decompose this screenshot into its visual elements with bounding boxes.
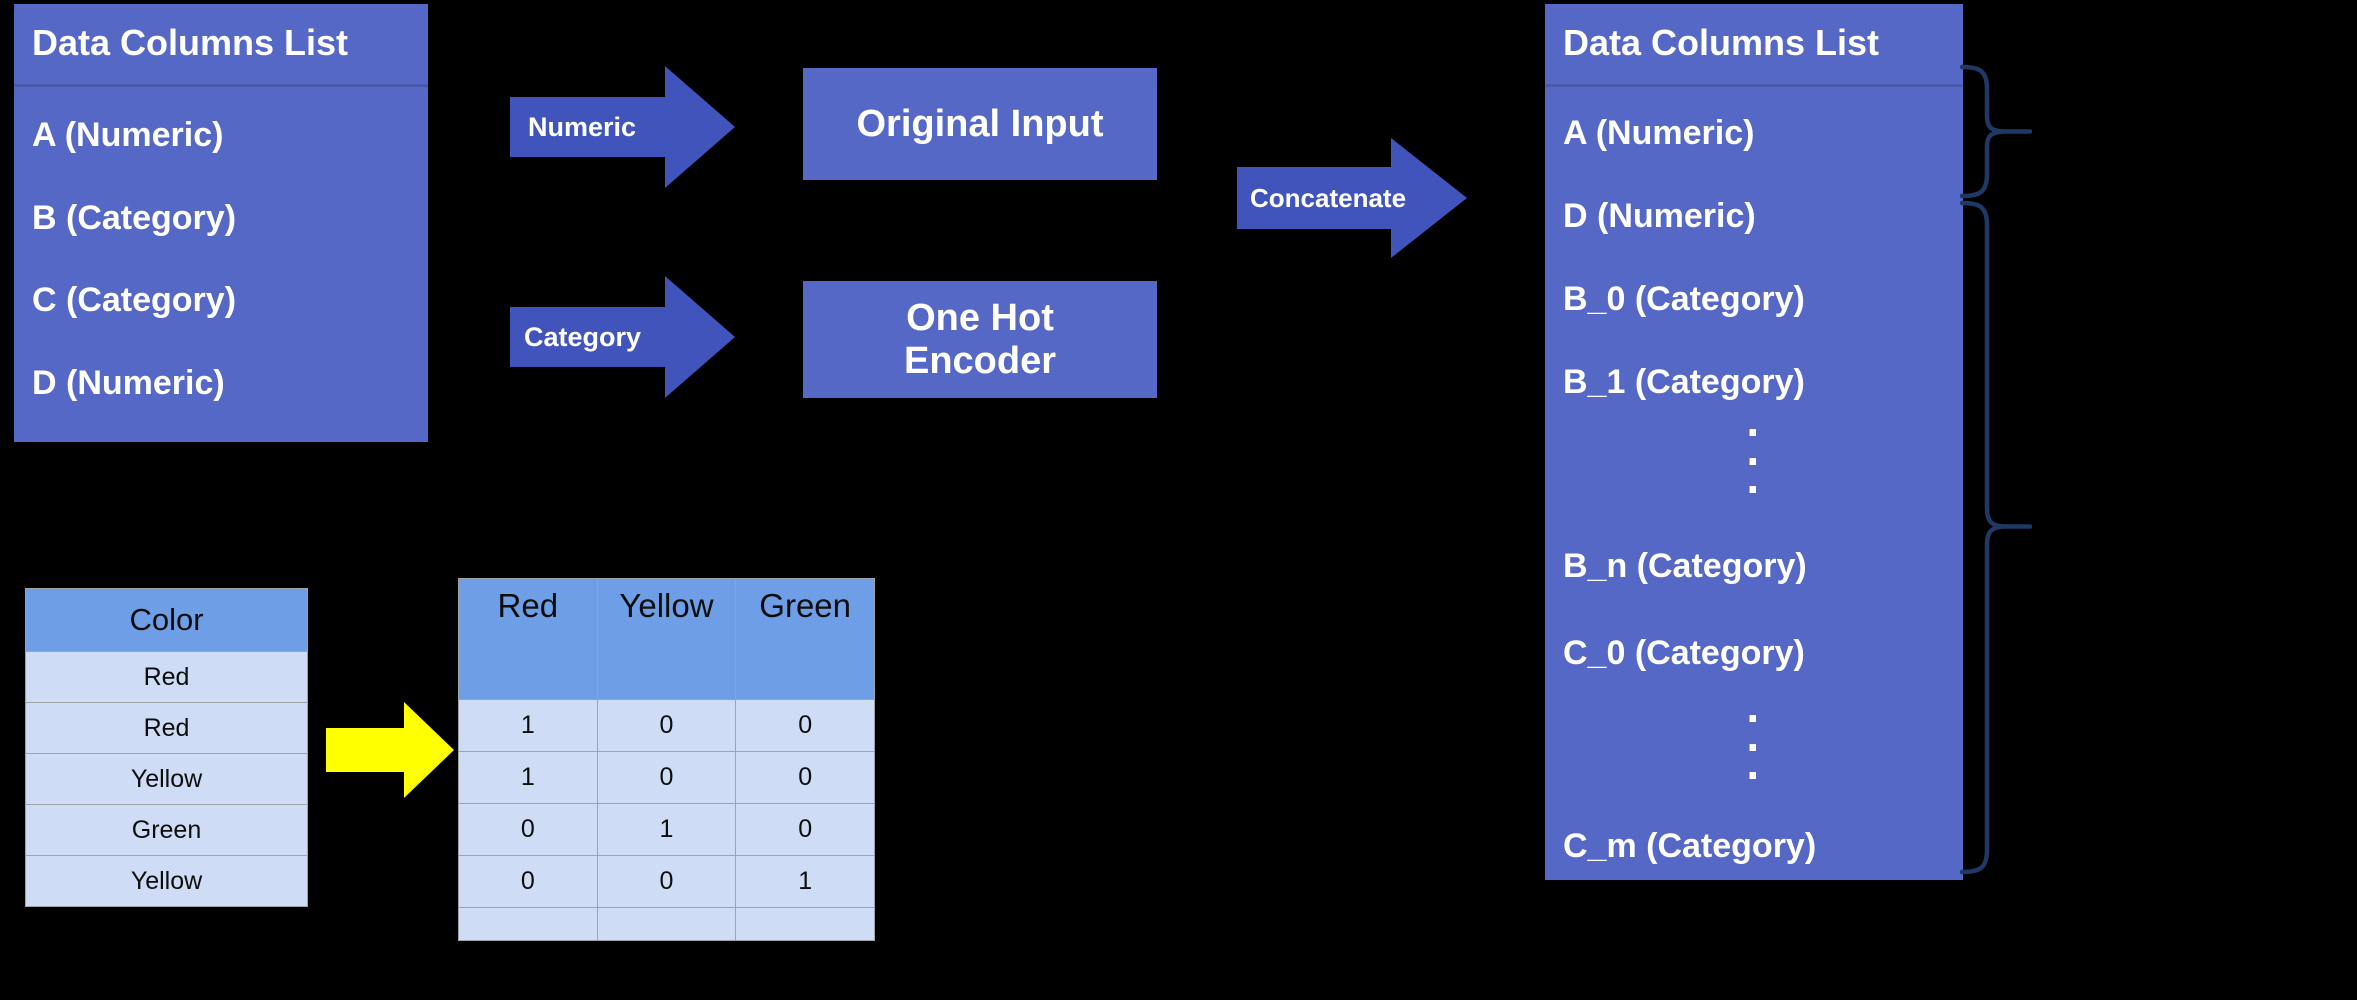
source-cell-1: Red [25,702,308,754]
encoded-onehot-table: Red Yellow Green 1 0 0 1 0 0 0 1 0 0 0 1 [458,578,875,941]
category-arrow-icon [510,276,735,398]
encoded-cell-r1c0: 1 [458,751,598,804]
encoded-cell-r3c0: 0 [458,855,598,908]
source-table-header-color: Color [25,588,308,652]
right-data-columns-panel: Data Columns List A (Numeric) D (Numeric… [1545,4,1963,880]
right-panel-item-d: D (Numeric) [1563,197,1756,235]
source-color-table: Color Red Red Yellow Green Yellow [25,588,308,907]
category-group-brace [1960,200,2050,875]
table-row: Yellow [25,855,308,907]
encoded-header-red: Red [458,578,598,700]
right-panel-item-cm: C_m (Category) [1563,827,1817,865]
left-panel-item-a: A (Numeric) [32,116,224,154]
right-arrow-icon [326,702,454,798]
encoded-cell-r1c1: 0 [596,751,737,804]
table-row [458,907,875,941]
right-panel-divider [1545,84,1963,87]
source-cell-0: Red [25,651,308,703]
left-panel-item-d: D (Numeric) [32,364,225,402]
encoded-cell-r4c2 [735,907,875,941]
transform-yellow-arrow [326,700,456,800]
left-panel-item-c: C (Category) [32,281,237,319]
category-arrow: Category [510,276,735,398]
one-hot-encoder-label: One Hot Encoder [903,296,1057,382]
left-panel-item-b: B (Category) [32,199,237,237]
encoded-cell-r3c1: 0 [596,855,737,908]
encoded-cell-r0c1: 0 [596,699,737,752]
left-panel-divider [14,84,428,87]
encoded-cell-r4c0 [458,907,598,941]
encoded-cell-r0c0: 1 [458,699,598,752]
table-row: 1 0 0 [458,751,875,804]
table-row: Red [25,651,308,703]
numeric-arrow-icon [510,66,735,188]
right-panel-ellipsis-c: · · · [1746,692,1762,802]
right-panel-title: Data Columns List [1563,22,1880,63]
concatenate-arrow: Concatenate [1237,138,1467,258]
table-row: Red [25,702,308,754]
numeric-arrow: Numeric [510,66,735,188]
category-group-brace-icon [1960,200,2033,875]
source-cell-3: Green [25,804,308,856]
numeric-group-brace [1960,64,2050,199]
numeric-group-brace-icon [1960,64,2033,199]
source-cell-2: Yellow [25,753,308,805]
right-panel-item-bn: B_n (Category) [1563,547,1807,585]
table-row: 0 1 0 [458,803,875,856]
right-panel-item-c0: C_0 (Category) [1563,634,1805,672]
right-panel-item-b0: B_0 (Category) [1563,280,1805,318]
encoded-cell-r4c1 [596,907,737,941]
source-cell-4: Yellow [25,855,308,907]
table-row: Yellow [25,753,308,805]
encoded-header-yellow: Yellow [596,578,737,700]
left-data-columns-panel: Data Columns List A (Numeric) B (Categor… [14,4,428,442]
right-panel-item-b1: B_1 (Category) [1563,363,1805,401]
table-header-row: Color [25,588,308,652]
encoded-cell-r2c0: 0 [458,803,598,856]
diagram-canvas: Data Columns List A (Numeric) B (Categor… [0,0,2357,1000]
encoded-cell-r2c1: 1 [596,803,737,856]
concatenate-arrow-icon [1237,138,1467,258]
original-input-label: Original Input [856,102,1104,145]
table-row: 1 0 0 [458,699,875,752]
encoded-cell-r3c2: 1 [735,855,875,908]
table-row: Green [25,804,308,856]
table-header-row: Red Yellow Green [458,578,875,700]
right-panel-ellipsis-b: · · · [1746,406,1762,516]
encoded-header-green: Green [735,578,875,700]
encoded-cell-r1c2: 0 [735,751,875,804]
encoded-cell-r2c2: 0 [735,803,875,856]
left-panel-title: Data Columns List [32,22,349,63]
table-row: 0 0 1 [458,855,875,908]
one-hot-encoder-box: One Hot Encoder [803,281,1157,398]
right-panel-item-a: A (Numeric) [1563,114,1755,152]
encoded-cell-r0c2: 0 [735,699,875,752]
original-input-box: Original Input [803,68,1157,180]
